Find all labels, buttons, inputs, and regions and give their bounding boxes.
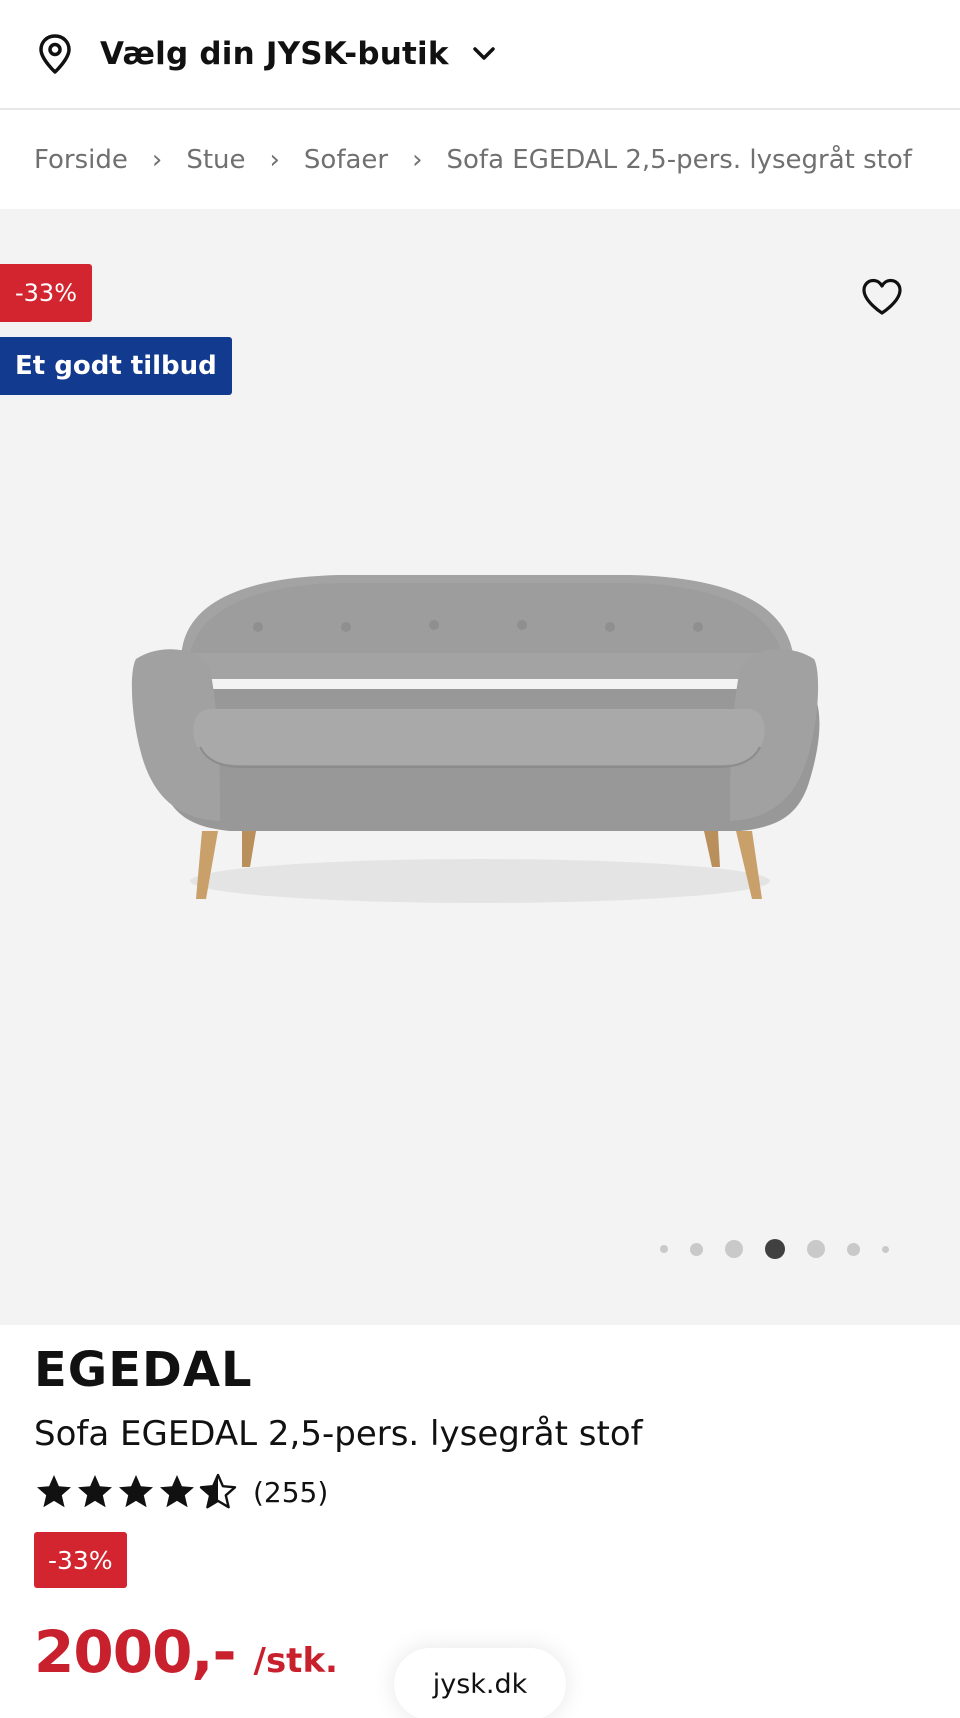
discount-badge: -33% (34, 1532, 127, 1588)
breadcrumb-separator-icon: › (151, 145, 163, 175)
product-image-gallery[interactable]: -33% Et godt tilbud (0, 209, 960, 1325)
star-filled-icon (119, 1475, 153, 1508)
location-pin-icon (34, 33, 76, 75)
gallery-dot-active[interactable] (765, 1239, 785, 1259)
breadcrumb-current: Sofa EGEDAL 2,5-pers. lysegråt stof (446, 145, 912, 175)
gallery-dot[interactable] (847, 1242, 860, 1256)
gallery-dot[interactable] (882, 1245, 889, 1253)
price-unit: /stk. (253, 1641, 338, 1681)
offer-badge: Et godt tilbud (0, 337, 232, 395)
gallery-dot[interactable] (807, 1240, 825, 1258)
breadcrumb-link-forside[interactable]: Forside (34, 145, 128, 175)
product-info: EGEDAL Sofa EGEDAL 2,5-pers. lysegråt st… (34, 1340, 934, 1686)
store-selector-label: Vælg din JYSK-butik (100, 36, 449, 72)
favorite-heart-icon[interactable] (858, 275, 906, 319)
product-image-sofa (131, 575, 820, 903)
gallery-dot[interactable] (725, 1240, 743, 1258)
gallery-dot[interactable] (660, 1245, 668, 1253)
breadcrumb-link-sofaer[interactable]: Sofaer (304, 145, 388, 175)
star-filled-icon (37, 1475, 71, 1508)
gallery-pagination (660, 1239, 889, 1259)
breadcrumb-separator-icon: › (412, 145, 423, 175)
discount-badge: -33% (0, 264, 93, 322)
star-filled-icon (78, 1475, 112, 1508)
breadcrumb-separator-icon: › (269, 145, 280, 175)
star-filled-icon (160, 1475, 194, 1508)
star-half-icon (199, 1473, 237, 1509)
review-count: (255) (253, 1475, 329, 1509)
product-brand: EGEDAL (34, 1342, 253, 1398)
gallery-dot[interactable] (690, 1242, 703, 1256)
store-selector[interactable]: Vælg din JYSK-butik (0, 0, 960, 110)
breadcrumb-link-stue[interactable]: Stue (186, 145, 245, 175)
product-rating[interactable]: (255) (34, 1470, 934, 1514)
breadcrumb: Forside › Stue › Sofaer › Sofa EGEDAL 2,… (0, 112, 960, 208)
browser-url-pill[interactable]: jysk.dk (394, 1648, 566, 1718)
product-price: 2000,- (34, 1618, 237, 1686)
chevron-down-icon (469, 39, 499, 69)
product-name: Sofa EGEDAL 2,5-pers. lysegråt stof (34, 1414, 643, 1454)
rating-stars (34, 1472, 239, 1512)
